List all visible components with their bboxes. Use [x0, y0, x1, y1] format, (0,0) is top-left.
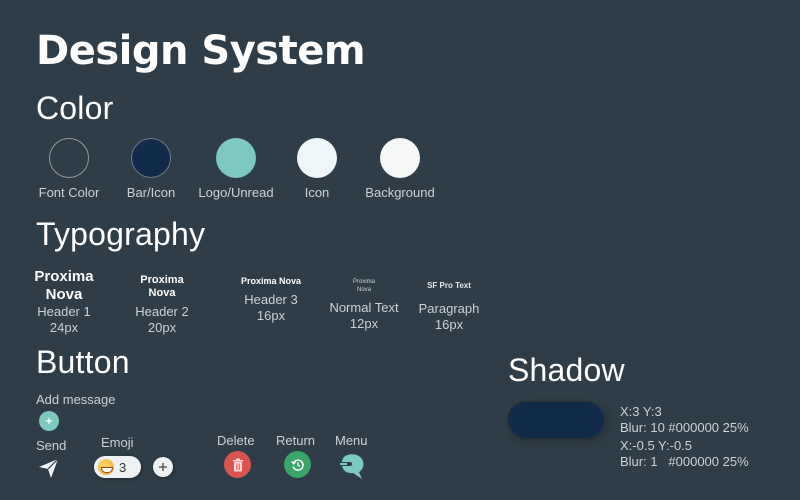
plus-icon [46, 418, 52, 424]
shadow-spec-1-offset: X:3 Y:3 [620, 404, 662, 419]
send-icon [39, 458, 59, 478]
restore-icon [290, 458, 304, 471]
menu-button[interactable] [338, 451, 366, 481]
page-title: Design System [36, 28, 366, 74]
delete-button[interactable] [224, 451, 251, 478]
shadow-spec-2-blur: Blur: 1 #000000 25% [620, 454, 749, 469]
plus-icon [159, 463, 167, 471]
typo-header-1: Proxima Nova Header 1 24px [26, 268, 102, 336]
typo-header-3: Proxima Nova Header 3 16px [236, 276, 306, 324]
typo-size: 16px [434, 317, 464, 332]
color-circle [216, 138, 256, 178]
color-circle [297, 138, 337, 178]
typo-name: Paragraph [418, 301, 480, 316]
typo-sample: Proxima Nova [352, 279, 375, 293]
send-button[interactable] [37, 456, 61, 480]
typo-sample: Proxima Nova [140, 274, 184, 299]
return-label: Return [276, 433, 316, 448]
trash-icon [232, 458, 243, 471]
typo-paragraph: SF Pro Text Paragraph 16px [412, 281, 486, 333]
shadow-heading: Shadow [508, 352, 625, 388]
typo-size: 24px [49, 320, 79, 335]
typo-size: 16px [256, 308, 286, 323]
add-emoji-button[interactable] [153, 457, 173, 477]
typo-sample: Proxima Nova [240, 276, 302, 286]
swatch-background: Background [345, 138, 455, 200]
add-message-label: Add message [36, 392, 116, 407]
typo-name: Header 3 [244, 292, 298, 307]
emoji-reaction-button[interactable]: 3 [94, 456, 141, 478]
add-message-button[interactable] [39, 411, 59, 431]
typography-heading: Typography [36, 216, 206, 252]
emoji-count: 3 [119, 459, 127, 475]
delete-label: Delete [217, 433, 255, 448]
color-heading: Color [36, 90, 114, 126]
typo-sample: Proxima Nova [34, 268, 94, 303]
send-label: Send [36, 438, 67, 453]
swatch-label: Background [365, 185, 435, 200]
color-circle [380, 138, 420, 178]
return-button[interactable] [284, 451, 311, 478]
shadow-spec-2-offset: X:-0.5 Y:-0.5 [620, 438, 693, 453]
typo-sample: SF Pro Text [427, 281, 471, 290]
grinning-face-icon [98, 459, 114, 475]
button-heading: Button [36, 344, 130, 380]
color-circle [49, 138, 89, 178]
color-circle [131, 138, 171, 178]
emoji-label: Emoji [101, 435, 134, 450]
typo-header-2: Proxima Nova Header 2 20px [126, 274, 198, 336]
typo-size: 12px [349, 316, 379, 331]
shadow-sample [508, 402, 604, 438]
typo-normal-text: Proxima Nova Normal Text 12px [326, 278, 402, 332]
typo-name: Header 1 [37, 304, 91, 319]
menu-logo-icon [340, 454, 364, 479]
shadow-spec-1-blur: Blur: 10 #000000 25% [620, 420, 749, 435]
typo-size: 20px [147, 320, 177, 335]
typo-name: Normal Text [329, 300, 399, 315]
menu-label: Menu [335, 433, 368, 448]
typo-name: Header 2 [135, 304, 189, 319]
